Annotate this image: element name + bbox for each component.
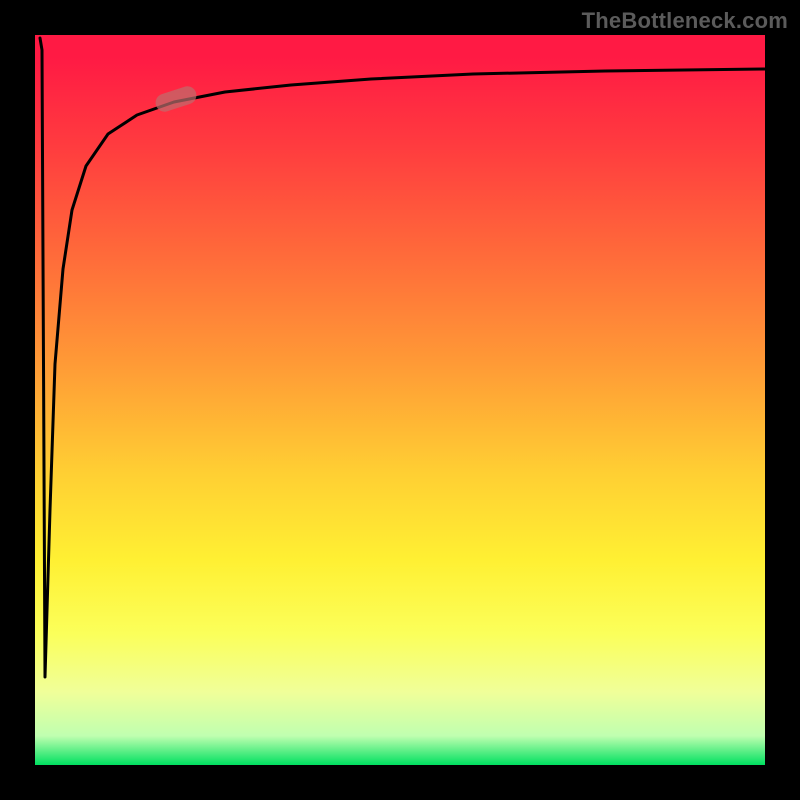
curve-layer bbox=[35, 35, 765, 765]
axis-border-bottom bbox=[0, 765, 800, 800]
watermark-label: TheBottleneck.com bbox=[582, 8, 788, 34]
chart-container: TheBottleneck.com bbox=[0, 0, 800, 800]
axis-border-left bbox=[0, 0, 35, 765]
highlight-marker bbox=[153, 84, 199, 114]
axis-border-right bbox=[765, 0, 800, 765]
bottleneck-curve bbox=[40, 38, 765, 677]
